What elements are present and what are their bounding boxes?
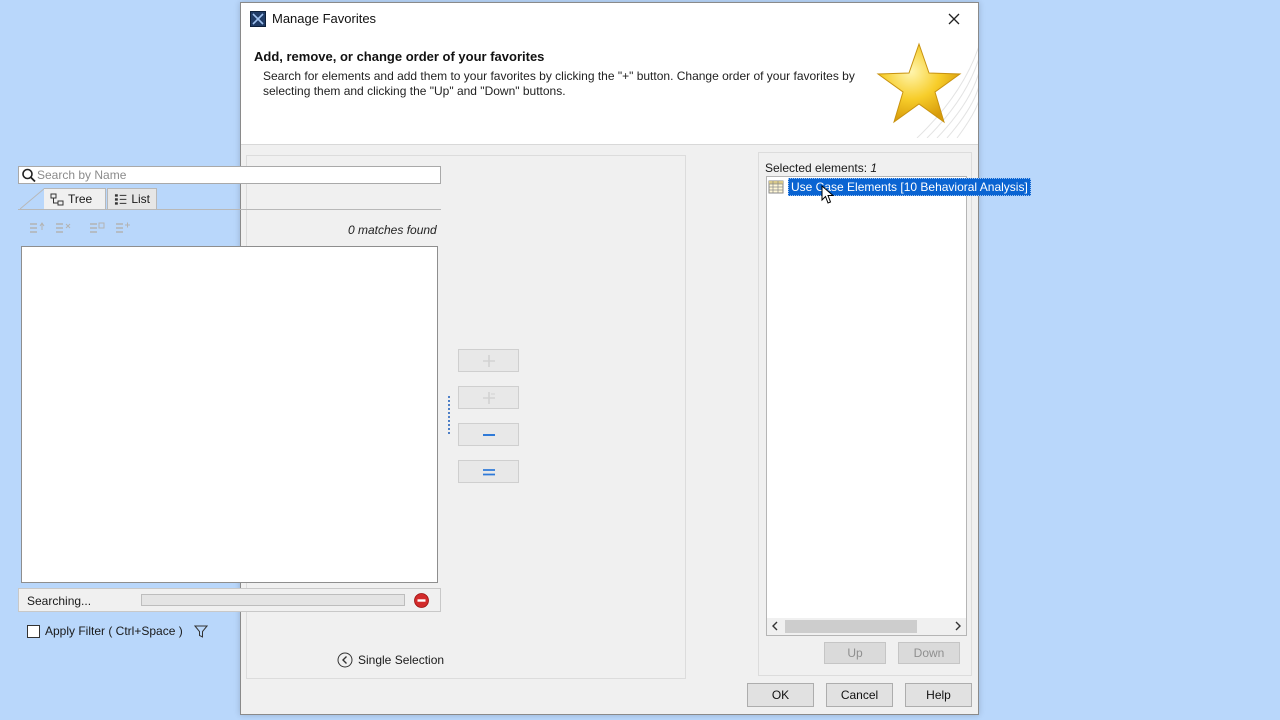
minus-icon — [482, 433, 495, 436]
down-button[interactable]: Down — [898, 642, 960, 664]
searching-label: Searching... — [27, 594, 92, 608]
app-icon — [250, 11, 266, 27]
up-button[interactable]: Up — [824, 642, 886, 664]
selected-elements-count: 1 — [870, 161, 878, 175]
ok-button[interactable]: OK — [747, 683, 814, 707]
apply-filter-checkbox[interactable] — [27, 624, 40, 638]
add-recursive-button[interactable] — [458, 386, 519, 409]
dialog-header: Add, remove, or change order of your fav… — [241, 34, 978, 145]
scroll-right-icon[interactable] — [954, 621, 962, 631]
selected-elements-title: Selected elements: — [765, 161, 868, 175]
collapse-selected-icon[interactable] — [114, 220, 132, 236]
add-button[interactable] — [458, 349, 519, 372]
tab-list[interactable]: List — [107, 188, 157, 209]
scroll-left-icon[interactable] — [771, 621, 779, 631]
tab-tree-label: Tree — [68, 192, 93, 206]
close-button[interactable] — [934, 5, 974, 33]
help-button[interactable]: Help — [905, 683, 972, 707]
table-icon — [768, 180, 784, 193]
close-icon — [948, 13, 960, 25]
search-progress-bar — [141, 594, 405, 606]
tree-icon — [50, 193, 64, 205]
chevron-left-circle-icon — [337, 652, 353, 668]
single-selection-toggle[interactable]: Single Selection — [337, 652, 444, 668]
remove-all-button[interactable] — [458, 460, 519, 483]
panel-splitter[interactable] — [448, 396, 452, 434]
selected-elements-list[interactable]: Use Case Elements [10 Behavioral Analysi… — [766, 176, 1031, 636]
plus-icon — [482, 354, 495, 367]
scrollbar-thumb[interactable] — [785, 620, 917, 633]
plus-recursive-icon — [482, 391, 495, 404]
apply-filter-label: Apply Filter ( Ctrl+Space ) — [45, 624, 183, 638]
window-title: Manage Favorites — [272, 11, 377, 26]
mouse-cursor-icon — [821, 185, 835, 204]
header-title: Add, remove, or change order of your fav… — [254, 49, 545, 64]
search-status-bar: Searching... — [18, 588, 441, 612]
search-field[interactable] — [18, 166, 441, 184]
tab-list-label: List — [131, 192, 150, 206]
header-description: Search for elements and add them to your… — [263, 69, 855, 98]
selected-elements-label: Selected elements: 1 — [765, 161, 877, 175]
double-minus-icon — [482, 468, 495, 475]
cancel-button[interactable]: Cancel — [826, 683, 893, 707]
title-bar: Manage Favorites — [241, 3, 978, 34]
search-results-list[interactable] — [21, 246, 438, 583]
star-icon — [876, 42, 978, 138]
stop-search-icon[interactable] — [414, 593, 429, 608]
apply-filter-option[interactable]: Apply Filter ( Ctrl+Space ) — [27, 624, 208, 638]
tab-divider — [20, 188, 45, 209]
search-icon — [22, 168, 36, 183]
matches-count: 0 matches found — [348, 223, 437, 237]
expand-all-icon[interactable] — [28, 220, 46, 236]
filter-icon[interactable] — [193, 625, 208, 638]
tabs-underline — [18, 209, 441, 210]
collapse-all-icon[interactable] — [54, 220, 72, 236]
single-selection-label: Single Selection — [358, 653, 445, 667]
selected-item[interactable]: Use Case Elements [10 Behavioral Analysi… — [768, 177, 1031, 196]
tab-tree[interactable]: Tree — [44, 188, 106, 209]
tree-toolbar — [28, 220, 132, 236]
expand-selected-icon[interactable] — [88, 220, 106, 236]
search-input[interactable] — [37, 167, 417, 183]
remove-button[interactable] — [458, 423, 519, 446]
list-icon — [114, 193, 127, 205]
horizontal-scrollbar[interactable] — [767, 618, 966, 635]
